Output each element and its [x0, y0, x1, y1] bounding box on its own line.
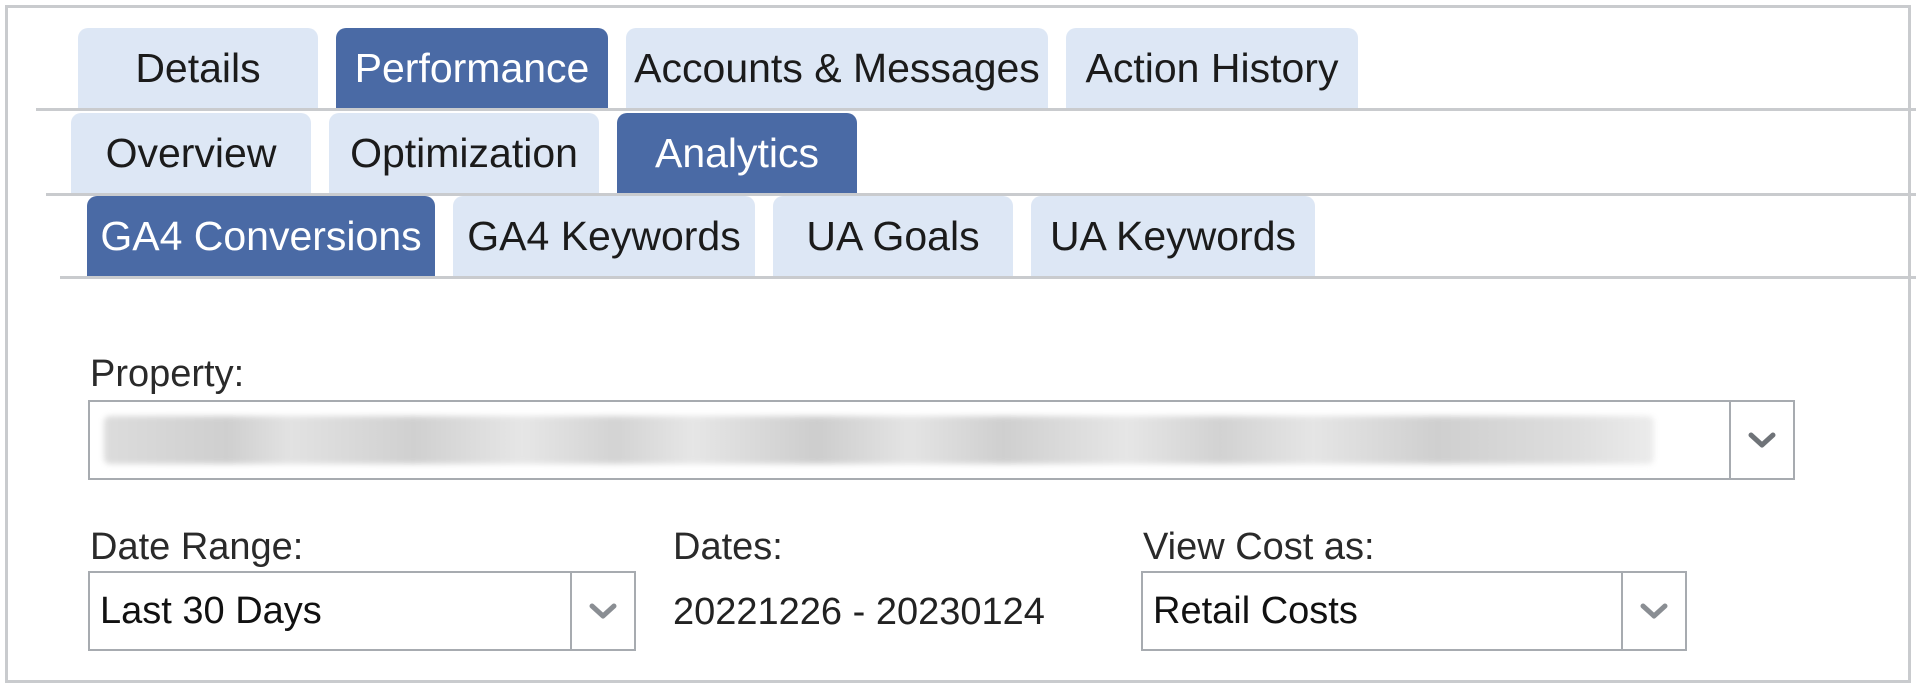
tab-ga4-keywords[interactable]: GA4 Keywords — [453, 196, 755, 276]
property-label: Property: — [90, 353, 245, 395]
tab-action-history[interactable]: Action History — [1066, 28, 1358, 108]
property-select[interactable] — [88, 400, 1795, 480]
dates-label: Dates: — [673, 526, 783, 568]
tab-ga4-conversions[interactable]: GA4 Conversions — [87, 196, 435, 276]
tab-divider — [60, 276, 1916, 279]
chevron-down-icon — [1748, 432, 1776, 448]
property-dropdown-button[interactable] — [1729, 402, 1793, 478]
date-range-select[interactable]: Last 30 Days — [88, 571, 636, 651]
chevron-down-icon — [589, 603, 617, 619]
tab-divider — [36, 108, 1916, 111]
tab-accounts-messages[interactable]: Accounts & Messages — [626, 28, 1048, 108]
date-range-dropdown-button[interactable] — [570, 573, 634, 649]
tab-details[interactable]: Details — [78, 28, 318, 108]
tab-ua-keywords[interactable]: UA Keywords — [1031, 196, 1315, 276]
date-range-label: Date Range: — [90, 526, 304, 568]
primary-tabs: Details Performance Accounts & Messages … — [36, 28, 1916, 111]
dates-value: 20221226 - 20230124 — [673, 591, 1045, 633]
analytics-panel: Details Performance Accounts & Messages … — [5, 5, 1916, 683]
tertiary-tabs: GA4 Conversions GA4 Keywords UA Goals UA… — [60, 196, 1916, 279]
tab-ua-goals[interactable]: UA Goals — [773, 196, 1013, 276]
tab-optimization[interactable]: Optimization — [329, 113, 599, 193]
chevron-down-icon — [1640, 603, 1668, 619]
tab-overview[interactable]: Overview — [71, 113, 311, 193]
redacted-property-name — [104, 416, 1654, 464]
view-cost-select[interactable]: Retail Costs — [1141, 571, 1687, 651]
secondary-tabs: Overview Optimization Analytics — [46, 113, 1916, 196]
view-cost-dropdown-button[interactable] — [1621, 573, 1685, 649]
tab-performance[interactable]: Performance — [336, 28, 608, 108]
tab-analytics[interactable]: Analytics — [617, 113, 857, 193]
property-value — [90, 402, 1729, 478]
view-cost-label: View Cost as: — [1143, 526, 1375, 568]
date-range-value: Last 30 Days — [100, 589, 322, 632]
view-cost-value: Retail Costs — [1153, 589, 1358, 632]
